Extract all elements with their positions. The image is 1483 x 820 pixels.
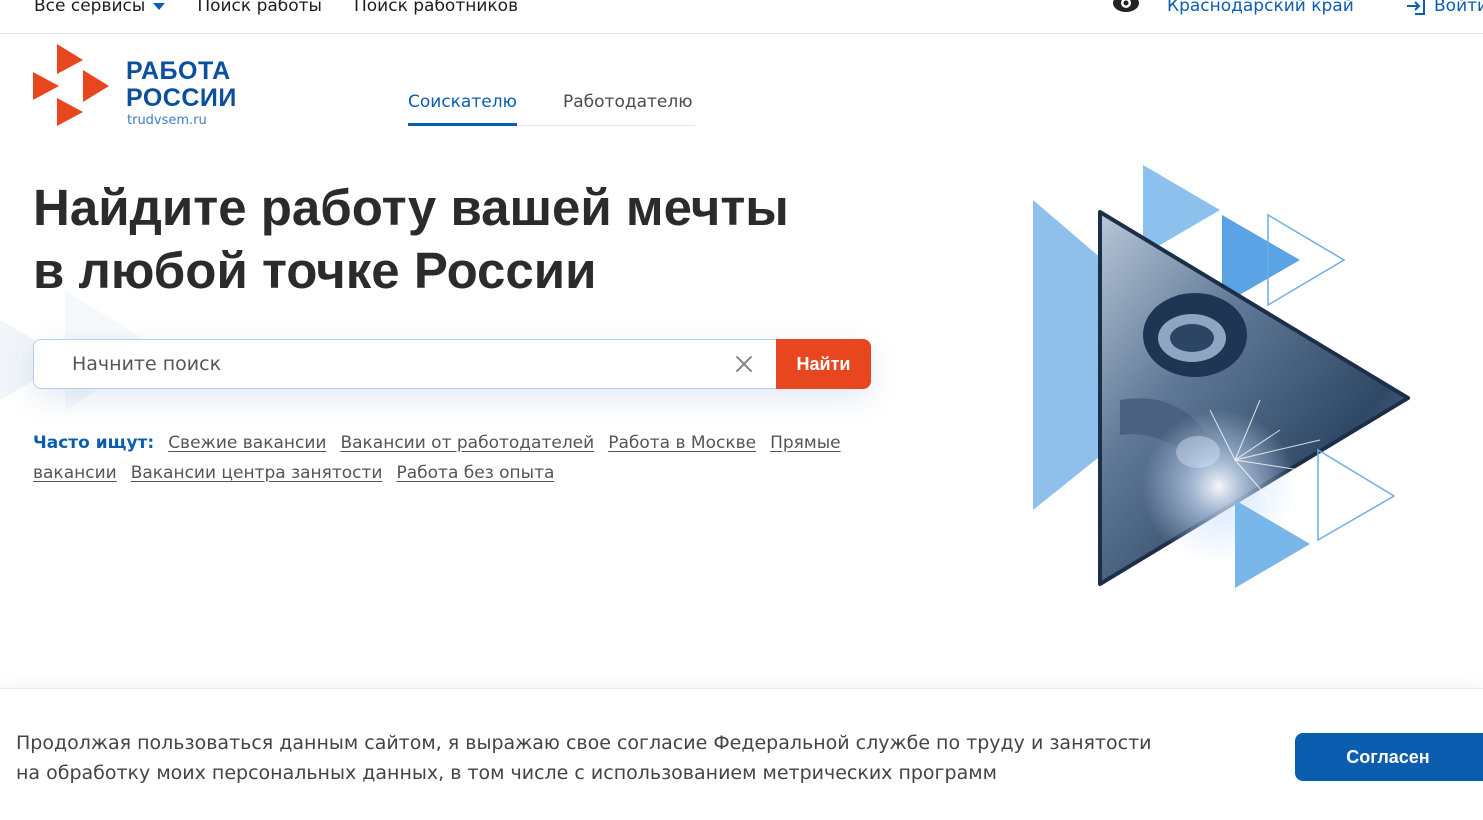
cookie-consent-text: Продолжая пользоваться данным сайтом, я …: [16, 732, 1152, 784]
popular-link-employment-center[interactable]: Вакансии центра занятости: [131, 463, 383, 483]
popular-link-employers[interactable]: Вакансии от работодателей: [340, 433, 594, 453]
logo-text-line2: РОССИИ: [126, 84, 237, 112]
popular-link-moscow[interactable]: Работа в Москве: [608, 433, 756, 453]
search-input[interactable]: [33, 339, 777, 389]
login-icon: [1407, 0, 1425, 15]
nav-all-services[interactable]: Все сервисы: [34, 0, 166, 16]
top-nav: Все сервисы Поиск работы Поиск работнико…: [34, 0, 518, 16]
popular-link-fresh[interactable]: Свежие вакансии: [168, 433, 326, 453]
popular-label: Часто ищут:: [33, 433, 155, 453]
nav-worker-search[interactable]: Поиск работников: [354, 0, 518, 16]
popular-link-no-experience[interactable]: Работа без опыта: [396, 463, 554, 483]
clear-icon[interactable]: [733, 353, 755, 375]
tab-job-seeker[interactable]: Соискателю: [408, 92, 517, 126]
popular-searches: Часто ищут: Свежие вакансии Вакансии от ра…: [33, 428, 883, 488]
accessibility-eye-icon[interactable]: [1112, 0, 1140, 14]
tab-employer[interactable]: Работодателю: [563, 92, 693, 112]
hero-title: Найдите работу вашей мечты в любой точке…: [33, 179, 789, 299]
site-logo[interactable]: РАБОТА РОССИИ trudvsem.ru: [33, 44, 263, 130]
nav-job-search[interactable]: Поиск работы: [197, 0, 322, 16]
login-button[interactable]: Войти: [1406, 0, 1483, 16]
logo-mark-icon: [33, 44, 109, 126]
top-navbar: Все сервисы Поиск работы Поиск работнико…: [0, 0, 1483, 34]
logo-domain: trudvsem.ru: [127, 113, 207, 128]
cookie-consent-banner: Продолжая пользоваться данным сайтом, я …: [0, 688, 1483, 820]
region-selector[interactable]: Краснодарский край: [1167, 0, 1354, 16]
cookie-accept-button[interactable]: Согласен: [1295, 733, 1483, 781]
hero-welder-image: [1033, 165, 1410, 588]
audience-tabs: Соискателю Работодателю: [408, 90, 695, 126]
chevron-down-icon: [153, 2, 166, 10]
search-bar: Найти: [33, 339, 871, 389]
logo-text-line1: РАБОТА: [126, 57, 231, 85]
search-button[interactable]: Найти: [776, 339, 871, 389]
